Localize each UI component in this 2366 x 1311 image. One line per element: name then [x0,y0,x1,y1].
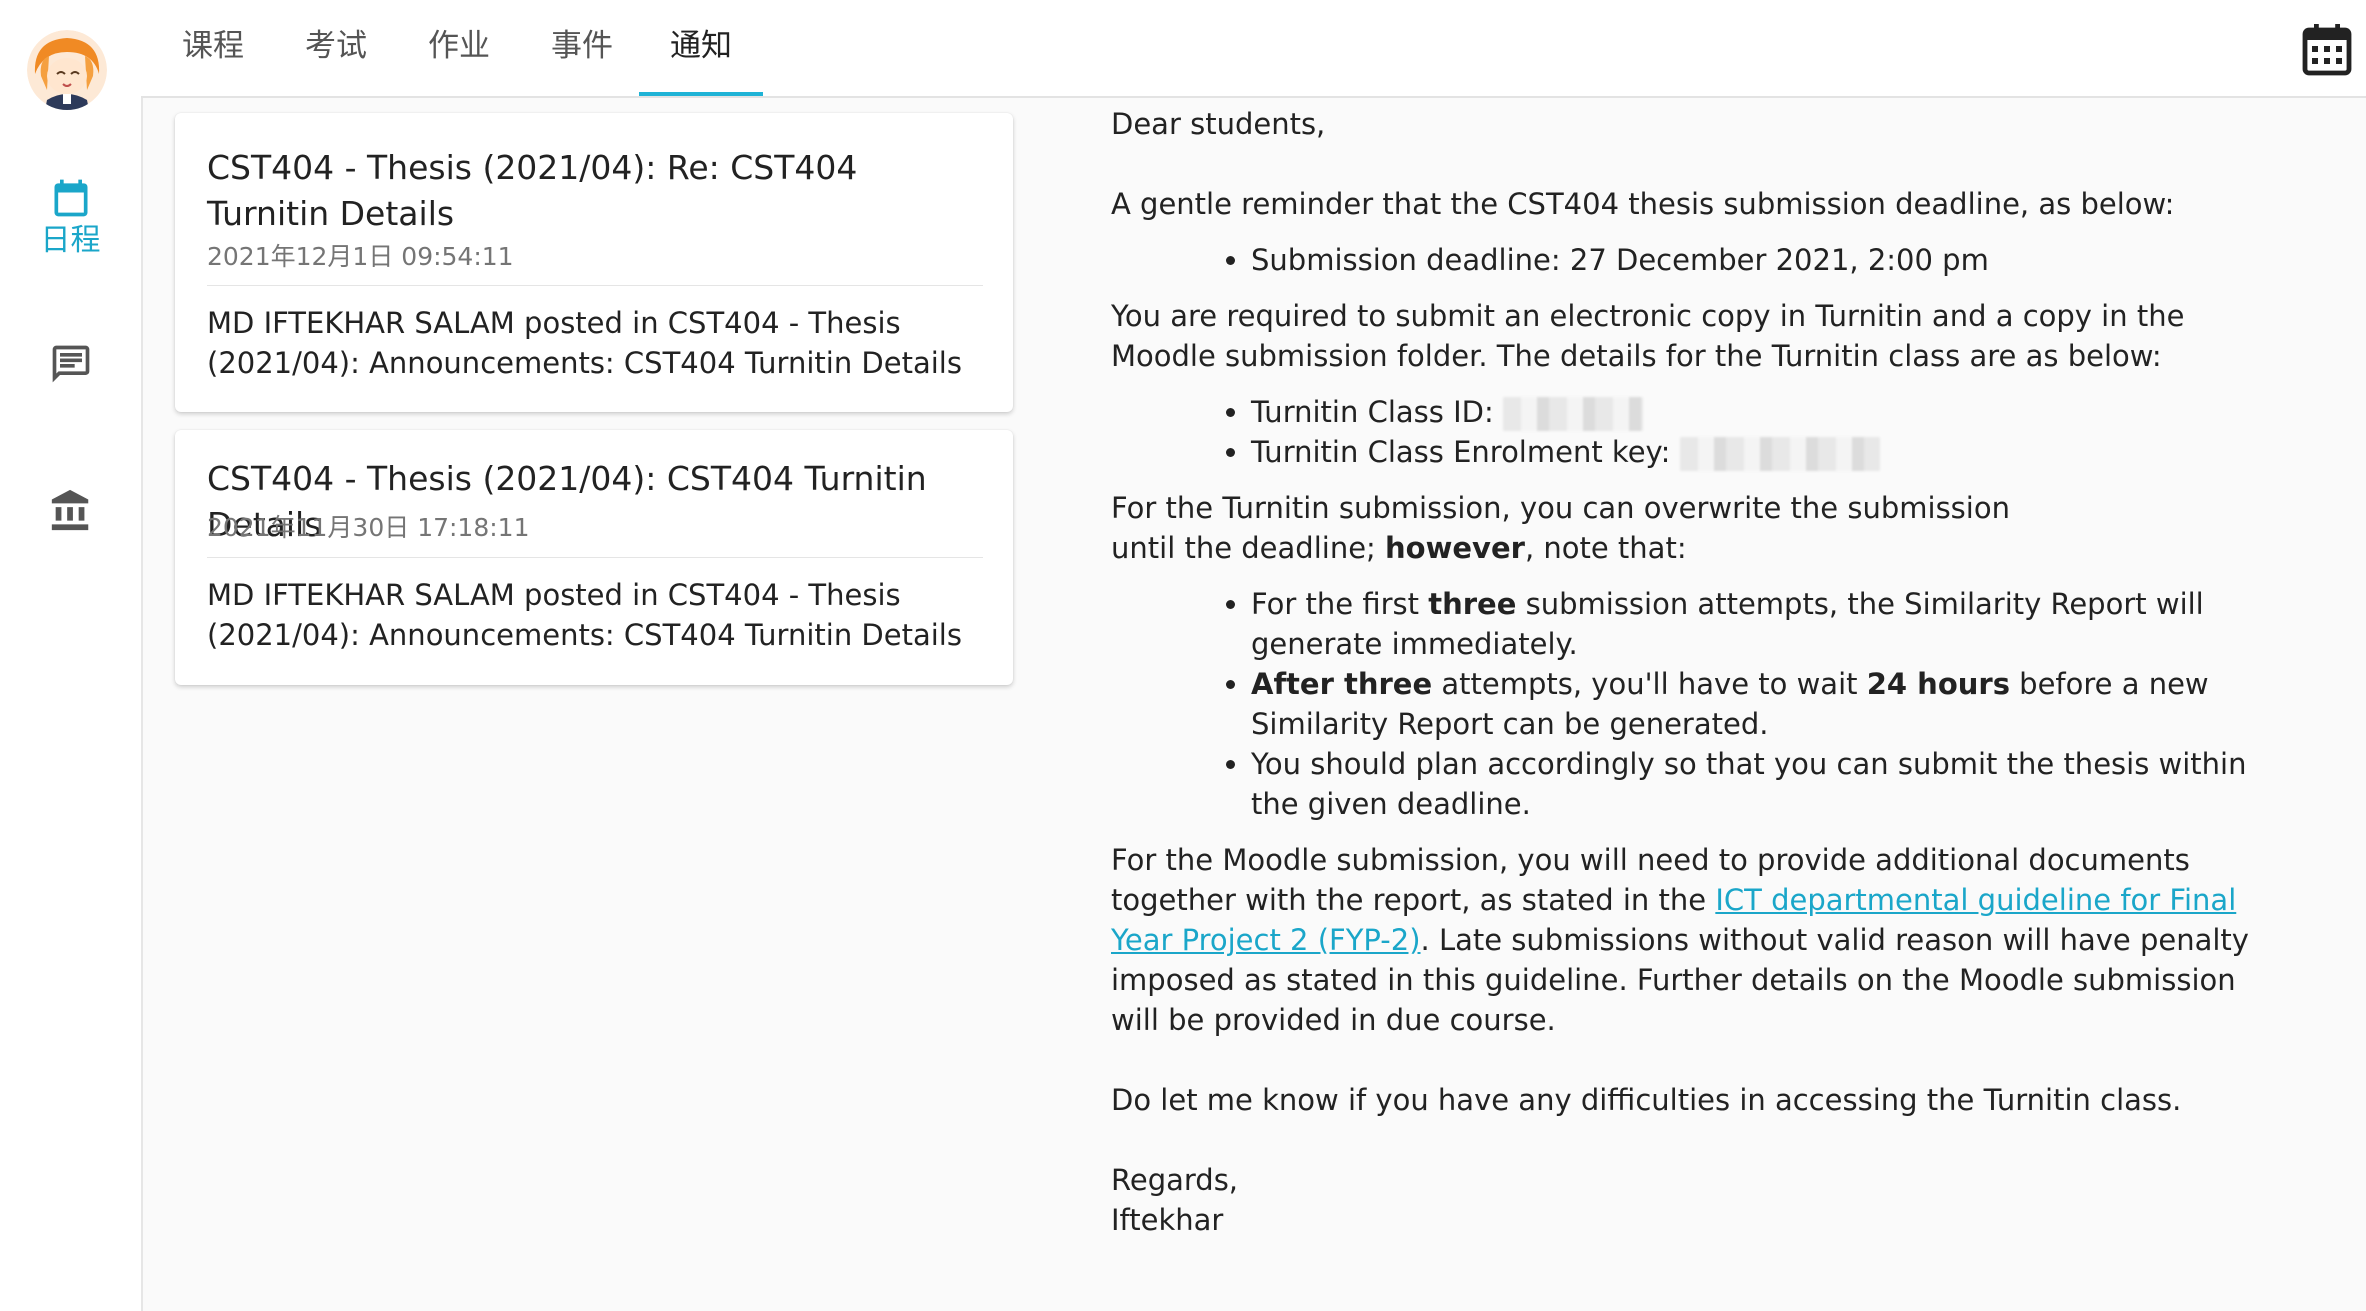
rail-item-institution[interactable] [0,488,141,538]
b2-mid: attempts, you'll have to wait [1432,667,1867,701]
notification-date: 2021年11月30日 17:18:11 [207,513,530,542]
tab-courses[interactable]: 课程 [173,0,253,96]
message-greeting: Dear students, [1111,107,1326,141]
deadline-list: Submission deadline: 27 December 2021, 2… [1111,240,2291,280]
attempts-list: For the first three submission attempts,… [1111,584,2291,824]
redacted-enrol-key [1679,437,1880,471]
notification-body: MD IFTEKHAR SALAM posted in CST404 - The… [207,578,962,652]
tab-events-label: 事件 [551,28,613,64]
card-divider [207,557,983,558]
class-id-item: Turnitin Class ID: [1251,392,2291,432]
rail-item-schedule-label: 日程 [40,223,101,258]
bank-icon [51,489,88,531]
calendar-button[interactable] [2302,22,2352,76]
card-divider [207,285,983,286]
attempts-item-3: You should plan accordingly so that you … [1251,744,2291,824]
message-reminder: A gentle reminder that the CST404 thesis… [1111,187,2175,221]
notification-title: CST404 - Thesis (2021/04): Re: CST404 Tu… [207,148,858,233]
notification-card[interactable]: CST404 - Thesis (2021/04): CST404 Turnit… [175,430,1013,685]
user-avatar[interactable] [27,30,107,110]
tab-notifications[interactable]: 通知 [639,0,763,96]
message-content: Dear students, A gentle reminder that th… [1111,104,2291,1240]
b2-bold1: After three [1251,667,1433,701]
signature-text: Iftekhar [1111,1203,1224,1237]
b1-bold: three [1428,587,1517,621]
calendar-icon [54,179,87,217]
enrol-key-label: Turnitin Class Enrolment key: [1251,435,1671,469]
b2-bold2: 24 hours [1866,667,2010,701]
overwrite-bold: however [1385,531,1525,565]
notification-card[interactable]: CST404 - Thesis (2021/04): Re: CST404 Tu… [175,113,1013,412]
tab-events[interactable]: 事件 [542,0,622,96]
tab-exams-label: 考试 [305,28,367,64]
class-id-label: Turnitin Class ID: [1251,395,1494,429]
overwrite-suffix: , note that: [1524,531,1687,565]
rail-item-messages[interactable] [0,342,141,390]
notification-body: MD IFTEKHAR SALAM posted in CST404 - The… [207,306,962,380]
attempts-item-2: After three attempts, you'll have to wai… [1251,664,2291,744]
tab-exams[interactable]: 考试 [296,0,376,96]
attempts-item-1: For the first three submission attempts,… [1251,584,2291,664]
redacted-class-id [1502,397,1643,431]
message-signoff: Regards, Iftekhar [1111,1160,2291,1240]
top-tab-bar: 课程 考试 作业 事件 通知 [141,0,2366,98]
tab-assignments[interactable]: 作业 [419,0,499,96]
calendar-grid-icon [2302,24,2352,76]
tab-courses-label: 课程 [182,28,244,64]
enrol-key-item: Turnitin Class Enrolment key: [1251,432,2291,472]
tab-assignments-label: 作业 [428,28,490,64]
message-required: You are required to submit an electronic… [1111,299,2185,373]
deadline-item: Submission deadline: 27 December 2021, 2… [1251,240,2291,280]
rail-item-schedule[interactable]: 日程 [0,176,141,258]
turnitin-details-list: Turnitin Class ID: Turnitin Class Enrolm… [1111,392,2291,472]
message-moodle: For the Moodle submission, you will need… [1111,840,2291,1040]
tab-notifications-label: 通知 [670,28,732,64]
notification-date: 2021年12月1日 09:54:11 [207,242,514,271]
regards-text: Regards, [1111,1163,1239,1197]
message-difficulties: Do let me know if you have any difficult… [1111,1083,2182,1117]
chat-icon [52,345,89,383]
b1-pre: For the first [1251,587,1429,621]
message-overwrite: For the Turnitin submission, you can ove… [1111,488,2051,568]
side-rail: 日程 [0,0,143,1311]
